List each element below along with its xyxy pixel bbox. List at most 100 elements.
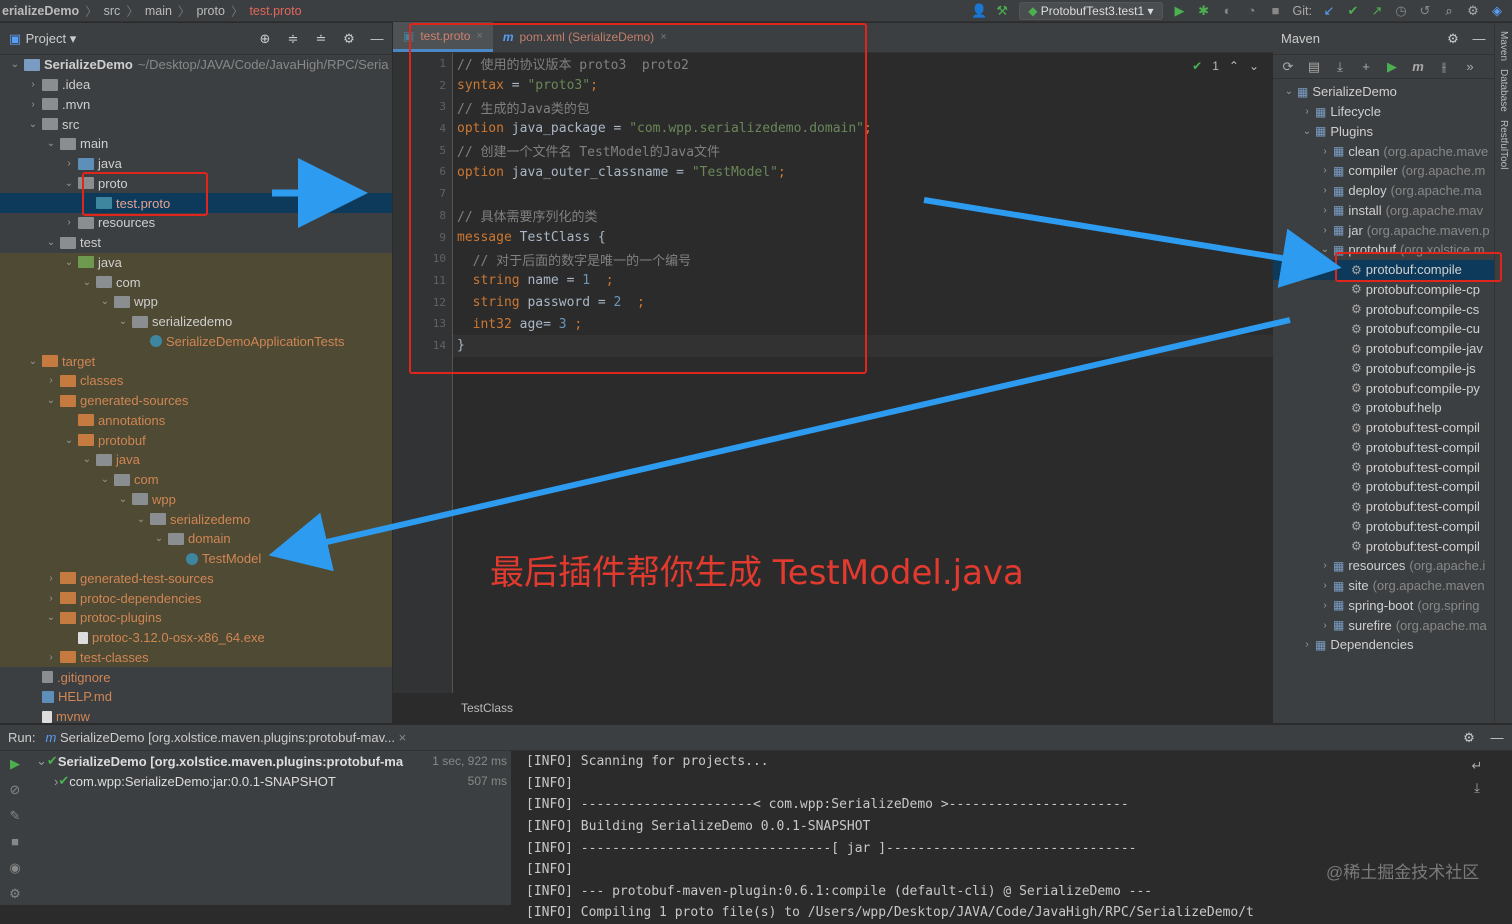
chevron-icon[interactable]: › (26, 79, 40, 90)
console-output[interactable]: [INFO] Scanning for projects... [INFO] [IN… (512, 751, 1462, 920)
project-tree-item[interactable]: ⌄ java (0, 450, 392, 470)
project-tree-item[interactable]: › classes (0, 371, 392, 391)
chevron-icon[interactable]: ⌄ (1317, 244, 1333, 255)
eye-icon[interactable]: ◉ (8, 861, 22, 875)
chevron-icon[interactable]: ⌄ (62, 257, 76, 268)
run-tree-item[interactable]: › ✔ com.wpp:SerializeDemo:jar:0.0.1-SNAP… (30, 771, 511, 791)
breadcrumb-item[interactable]: main (145, 4, 172, 18)
close-icon[interactable]: × (660, 31, 666, 43)
debug-icon[interactable]: ✱ (1197, 3, 1211, 18)
project-tree-item[interactable]: ⌄ wpp (0, 489, 392, 510)
close-icon[interactable]: × (476, 30, 482, 42)
code-line[interactable]: // 使用的协议版本 proto3 proto2 (453, 53, 1273, 75)
chevron-icon[interactable]: › (1317, 560, 1333, 571)
chevron-icon[interactable]: ⌄ (26, 356, 40, 367)
settings-icon[interactable]: ⚙ (8, 887, 22, 901)
code-line[interactable]: int32 age= 3 ; (453, 313, 1273, 335)
chevron-down-icon[interactable]: ▾ (70, 31, 77, 47)
code-line[interactable]: string name = 1 ; (453, 270, 1273, 292)
build-hammer-icon[interactable]: ⚒ (995, 3, 1009, 18)
maven-tree-item[interactable]: › ▦ compiler (org.apache.m (1273, 161, 1494, 181)
maven-tree-item[interactable]: ⌄ ▦ protobuf (org.xolstice.m (1273, 240, 1494, 260)
run-tab[interactable]: m SerializeDemo [org.xolstice.maven.plug… (45, 730, 406, 745)
maven-tree-item[interactable]: ⚙ protobuf:test-compil (1273, 457, 1494, 477)
reload-icon[interactable]: ⟳ (1281, 59, 1295, 74)
project-tree-item[interactable]: .gitignore (0, 667, 392, 687)
maven-tree-item[interactable]: ⚙ protobuf:help (1273, 398, 1494, 418)
project-tree-item[interactable]: ⌄ protobuf (0, 430, 392, 450)
history-icon[interactable]: ◷ (1394, 3, 1408, 18)
project-tree-item[interactable]: › resources (0, 213, 392, 233)
debug-rerun-icon[interactable]: ⊘ (8, 783, 22, 797)
chevron-up-icon[interactable]: ⌃ (1229, 59, 1239, 73)
maven-tree-item[interactable]: ⚙ protobuf:compile-py (1273, 378, 1494, 398)
maven-tree-item[interactable]: ⚙ protobuf:compile-cs (1273, 299, 1494, 319)
chevron-icon[interactable]: › (62, 217, 76, 228)
gear-icon[interactable]: ⚙ (1462, 730, 1476, 745)
project-tree-item[interactable]: ⌄ target (0, 351, 392, 371)
chevron-icon[interactable]: › (26, 99, 40, 110)
collapse-all-icon[interactable]: ≐ (314, 31, 328, 46)
chevron-icon[interactable]: › (1317, 600, 1333, 611)
code-line[interactable]: option java_outer_classname = "TestModel… (453, 161, 1273, 183)
project-tree-item[interactable]: ⌄ com (0, 272, 392, 292)
maven-tree-item[interactable]: ⚙ protobuf:test-compil (1273, 438, 1494, 458)
minimize-icon[interactable]: — (1490, 730, 1504, 745)
maven-tree-item[interactable]: ⚙ protobuf:test-compil (1273, 497, 1494, 517)
chevron-icon[interactable]: › (1299, 106, 1315, 117)
git-commit-icon[interactable]: ✔ (1346, 3, 1360, 18)
run-tree-item[interactable]: ⌄ ✔ SerializeDemo [org.xolstice.maven.pl… (30, 751, 511, 771)
add-icon[interactable]: + (1359, 59, 1373, 74)
chevron-icon[interactable]: ⌄ (36, 753, 47, 769)
chevron-icon[interactable]: ⌄ (152, 533, 166, 544)
scroll-to-end-icon[interactable]: ⤓ (1470, 781, 1484, 795)
code-line[interactable]: string password = 2 ; (453, 292, 1273, 314)
code-line[interactable]: syntax = "proto3"; (453, 75, 1273, 97)
breadcrumb-item[interactable]: erializeDemo (2, 4, 79, 18)
breadcrumb-item[interactable]: test.proto (249, 4, 301, 18)
project-tree-item[interactable]: ⌄ test (0, 233, 392, 253)
inspection-widget[interactable]: ✔ 1 ⌃ ⌄ (1192, 59, 1259, 73)
chevron-icon[interactable]: ⌄ (8, 59, 22, 70)
maven-tree-item[interactable]: › ▦ resources (org.apache.i (1273, 556, 1494, 576)
gear-icon[interactable]: ⚙ (342, 31, 356, 46)
project-tree-item[interactable]: ⌄ java (0, 252, 392, 273)
chevron-icon[interactable]: › (1317, 146, 1333, 157)
chevron-icon[interactable]: ⌄ (80, 277, 94, 288)
project-tree-item[interactable]: ⌄ SerializeDemo ~/Desktop/JAVA/Code/JavaHi… (0, 55, 392, 75)
project-tree-item[interactable]: annotations (0, 410, 392, 431)
git-push-icon[interactable]: ↗ (1370, 3, 1384, 18)
maven-tree-item[interactable]: ⌄ ▦ SerializeDemo (1273, 82, 1494, 102)
maven-tree-item[interactable]: ⚙ protobuf:compile-jav (1273, 339, 1494, 359)
generate-sources-icon[interactable]: ▤ (1307, 59, 1321, 74)
project-tree-item[interactable]: ⌄ src (0, 114, 392, 134)
minimize-icon[interactable]: — (1472, 31, 1486, 46)
project-tree-item[interactable]: ⌄ generated-sources (0, 390, 392, 411)
chevron-icon[interactable]: ⌄ (1281, 86, 1297, 97)
chevron-icon[interactable]: › (1317, 225, 1333, 236)
chevron-icon[interactable]: › (1317, 165, 1333, 176)
project-tree-item[interactable]: ⌄ serializedemo (0, 509, 392, 529)
maven-tree-item[interactable]: ⚙ protobuf:compile (1273, 259, 1494, 280)
editor-breadcrumb[interactable]: TestClass (453, 701, 513, 715)
project-tree-item[interactable]: HELP.md (0, 687, 392, 707)
editor-tab[interactable]: ▣ test.proto × (393, 22, 493, 52)
gear-icon[interactable]: ⚙ (1446, 31, 1460, 46)
project-tree-item[interactable]: › .mvn (0, 95, 392, 115)
code-line[interactable]: } (453, 334, 1273, 357)
chevron-icon[interactable]: ⌄ (98, 474, 112, 485)
chevron-icon[interactable]: › (44, 652, 58, 663)
chevron-icon[interactable]: › (1317, 205, 1333, 216)
chevron-icon[interactable]: › (1317, 580, 1333, 591)
project-tree-item[interactable]: › .idea (0, 75, 392, 95)
tool-window-button[interactable]: Database (1498, 69, 1509, 112)
project-tree-item[interactable]: TestModel (0, 548, 392, 569)
project-tree-item[interactable]: › test-classes (0, 647, 392, 668)
maven-goal-icon[interactable]: m (1411, 59, 1425, 74)
wrench-icon[interactable]: ✎ (8, 809, 22, 823)
project-tree-item[interactable]: › generated-test-sources (0, 568, 392, 589)
editor-tab[interactable]: m pom.xml (SerializeDemo) × (493, 22, 677, 52)
code-line[interactable]: // 创建一个文件名 TestModel的Java文件 (453, 140, 1273, 162)
expand-all-icon[interactable]: ≑ (286, 31, 300, 46)
plugin-icon[interactable]: ◈ (1490, 3, 1504, 18)
